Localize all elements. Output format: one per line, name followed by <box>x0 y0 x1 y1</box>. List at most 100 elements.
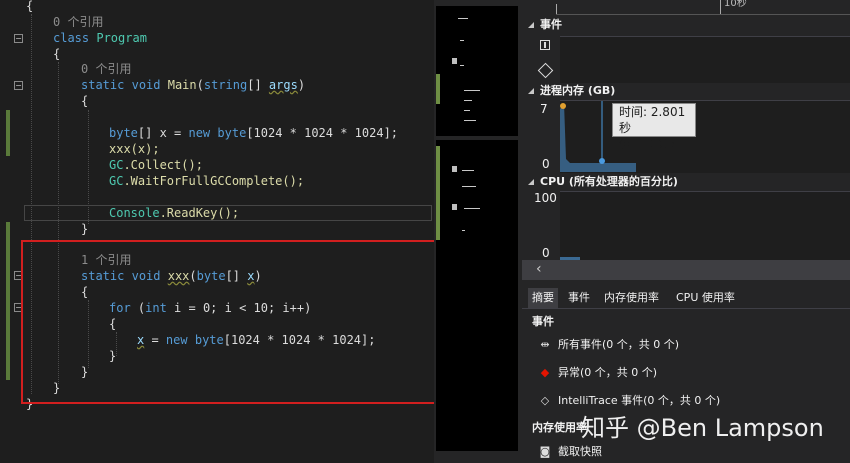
timeline-tick <box>720 0 721 14</box>
keyword-token: byte <box>109 126 138 140</box>
minimap-code-mark <box>458 18 468 19</box>
code-line: xxx(x); <box>109 142 160 156</box>
minimap-marker <box>452 166 457 172</box>
tooltip-value: 值: 1.0GB <box>619 137 676 151</box>
minimap-code-mark <box>464 90 480 91</box>
cpu-axis-max: 100 <box>534 191 557 205</box>
code-line: byte[] x = new byte[1024 * 1024 * 1024]; <box>109 125 398 141</box>
keyword-token: new <box>188 126 211 140</box>
code-line: GC.Collect(); <box>109 157 203 173</box>
event-label: 所有事件(0 个，共 0 个) <box>558 338 680 351</box>
keyword-token: class <box>53 31 90 45</box>
minimap-code-mark <box>462 170 474 171</box>
code-minimap[interactable] <box>434 0 522 463</box>
code-line: static void Main(string[] args) <box>81 77 305 93</box>
event-row-intellitrace[interactable]: ◇ IntelliTrace 事件(0 个，共 0 个) <box>538 393 720 409</box>
memory-chart-svg <box>560 101 636 172</box>
punct-token: ) <box>297 78 306 92</box>
watermark: 知乎 @Ben Lampson <box>581 414 824 442</box>
memory-chart <box>560 100 850 173</box>
red-highlight-box <box>21 240 434 404</box>
method-token: .WaitForFullGCComplete(); <box>123 174 305 188</box>
codelens-reference-count[interactable]: 0 个引用 <box>53 14 103 30</box>
type-token: Console <box>109 206 160 220</box>
take-snapshot-button[interactable]: ◙ 截取快照 <box>538 444 602 460</box>
tab-cpu-usage[interactable]: CPU 使用率 <box>672 288 739 308</box>
collapse-triangle-icon <box>528 179 534 185</box>
intellitrace-icon: ◇ <box>540 394 550 407</box>
memory-axis-max: 7 <box>540 102 548 116</box>
method-token: .ReadKey(); <box>159 206 240 220</box>
tooltip-time: 时间: 2.801秒 <box>619 105 686 135</box>
keyword-token: string <box>203 78 248 92</box>
minimap-code-mark <box>462 186 476 187</box>
memory-axis-min: 0 <box>542 157 550 171</box>
minimap-viewport-bottom <box>436 140 518 451</box>
event-row-all[interactable]: ⇹ 所有事件(0 个，共 0 个) <box>538 337 679 353</box>
camera-icon: ◙ <box>539 445 551 458</box>
tab-memory-usage[interactable]: 内存使用率 <box>600 288 663 308</box>
change-marker <box>6 222 10 380</box>
minimap-change-marker <box>436 74 440 104</box>
minimap-marker <box>452 204 457 210</box>
timeline-tick <box>556 4 557 14</box>
event-label: IntelliTrace 事件(0 个，共 0 个) <box>558 394 721 407</box>
code-token: [] x = <box>137 126 189 140</box>
collapse-triangle-icon <box>528 88 534 94</box>
events-track <box>560 36 850 83</box>
memory-section-header[interactable]: 进程内存 (GB) <box>522 82 850 100</box>
section-title: 事件 <box>540 18 562 31</box>
type-token: Program <box>96 31 147 45</box>
timeline-label: 10秒 <box>724 0 747 9</box>
event-row-exceptions[interactable]: ◆ 异常(0 个，共 0 个) <box>538 365 657 381</box>
minimap-code-mark <box>464 208 480 209</box>
code-line: class Program <box>53 30 147 46</box>
code-line: { <box>53 47 61 61</box>
change-marker <box>6 110 10 156</box>
keyword-token: static <box>81 78 125 92</box>
section-title: 进程内存 (GB) <box>540 84 616 97</box>
tabs-divider <box>522 308 850 309</box>
type-token: GC <box>109 158 124 172</box>
events-section-header[interactable]: 事件 <box>522 16 850 34</box>
tab-summary[interactable]: 摘要 <box>528 288 558 308</box>
memory-cursor-point <box>599 158 605 164</box>
collapse-toggle[interactable]: − <box>14 81 23 90</box>
minimap-change-marker <box>436 146 440 240</box>
code-line: { <box>26 0 34 13</box>
parameter-token: args <box>268 78 298 92</box>
minimap-viewport-top <box>436 6 518 136</box>
cpu-axis-min: 0 <box>542 246 550 260</box>
tab-events[interactable]: 事件 <box>564 288 594 308</box>
punct-token: [] <box>247 78 269 92</box>
events-summary-title: 事件 <box>532 315 554 328</box>
memory-tooltip: 时间: 2.801秒 值: 1.0GB <box>612 103 696 151</box>
minimap-code-mark <box>464 110 470 111</box>
diagnostic-tabs: 摘要 事件 内存使用率 CPU 使用率 <box>526 286 850 308</box>
cpu-section-header[interactable]: CPU (所有处理器的百分比) <box>522 173 850 191</box>
diagnostic-tools-panel: 10秒 事件 进程内存 (GB) 7 0 时间: 2.801秒 值: 1.0GB… <box>522 0 850 463</box>
break-events-icon[interactable] <box>540 40 550 50</box>
codelens-reference-count[interactable]: 0 个引用 <box>81 61 131 77</box>
collapse-toggle[interactable]: − <box>14 34 23 43</box>
minimap-code-mark <box>462 230 465 231</box>
memory-usage-section-title: 内存使用率 <box>532 421 587 434</box>
timeline-ruler: 10秒 <box>556 0 850 15</box>
minimap-marker <box>452 58 457 64</box>
minimap-code-mark <box>460 40 464 41</box>
type-token: GC <box>109 174 124 188</box>
keyword-token: byte <box>217 126 247 140</box>
method-token: Main <box>167 78 197 92</box>
timeline-scrollbar[interactable]: ‹ <box>522 260 850 280</box>
section-title: CPU (所有处理器的百分比) <box>540 175 678 188</box>
keyword-token: void <box>131 78 161 92</box>
punct-token: ( <box>196 78 204 92</box>
code-editor[interactable]: − − − − { 0 个引用 class Program { 0 个引用 st… <box>0 0 434 463</box>
scroll-left-icon[interactable]: ‹ <box>536 261 542 277</box>
exception-icon: ◆ <box>540 366 550 379</box>
minimap-code-mark <box>464 100 472 101</box>
cpu-chart <box>560 191 850 261</box>
minimap-code-mark <box>460 65 464 66</box>
code-line: Console.ReadKey(); <box>109 205 239 221</box>
diamond-event-icon[interactable] <box>537 62 554 79</box>
